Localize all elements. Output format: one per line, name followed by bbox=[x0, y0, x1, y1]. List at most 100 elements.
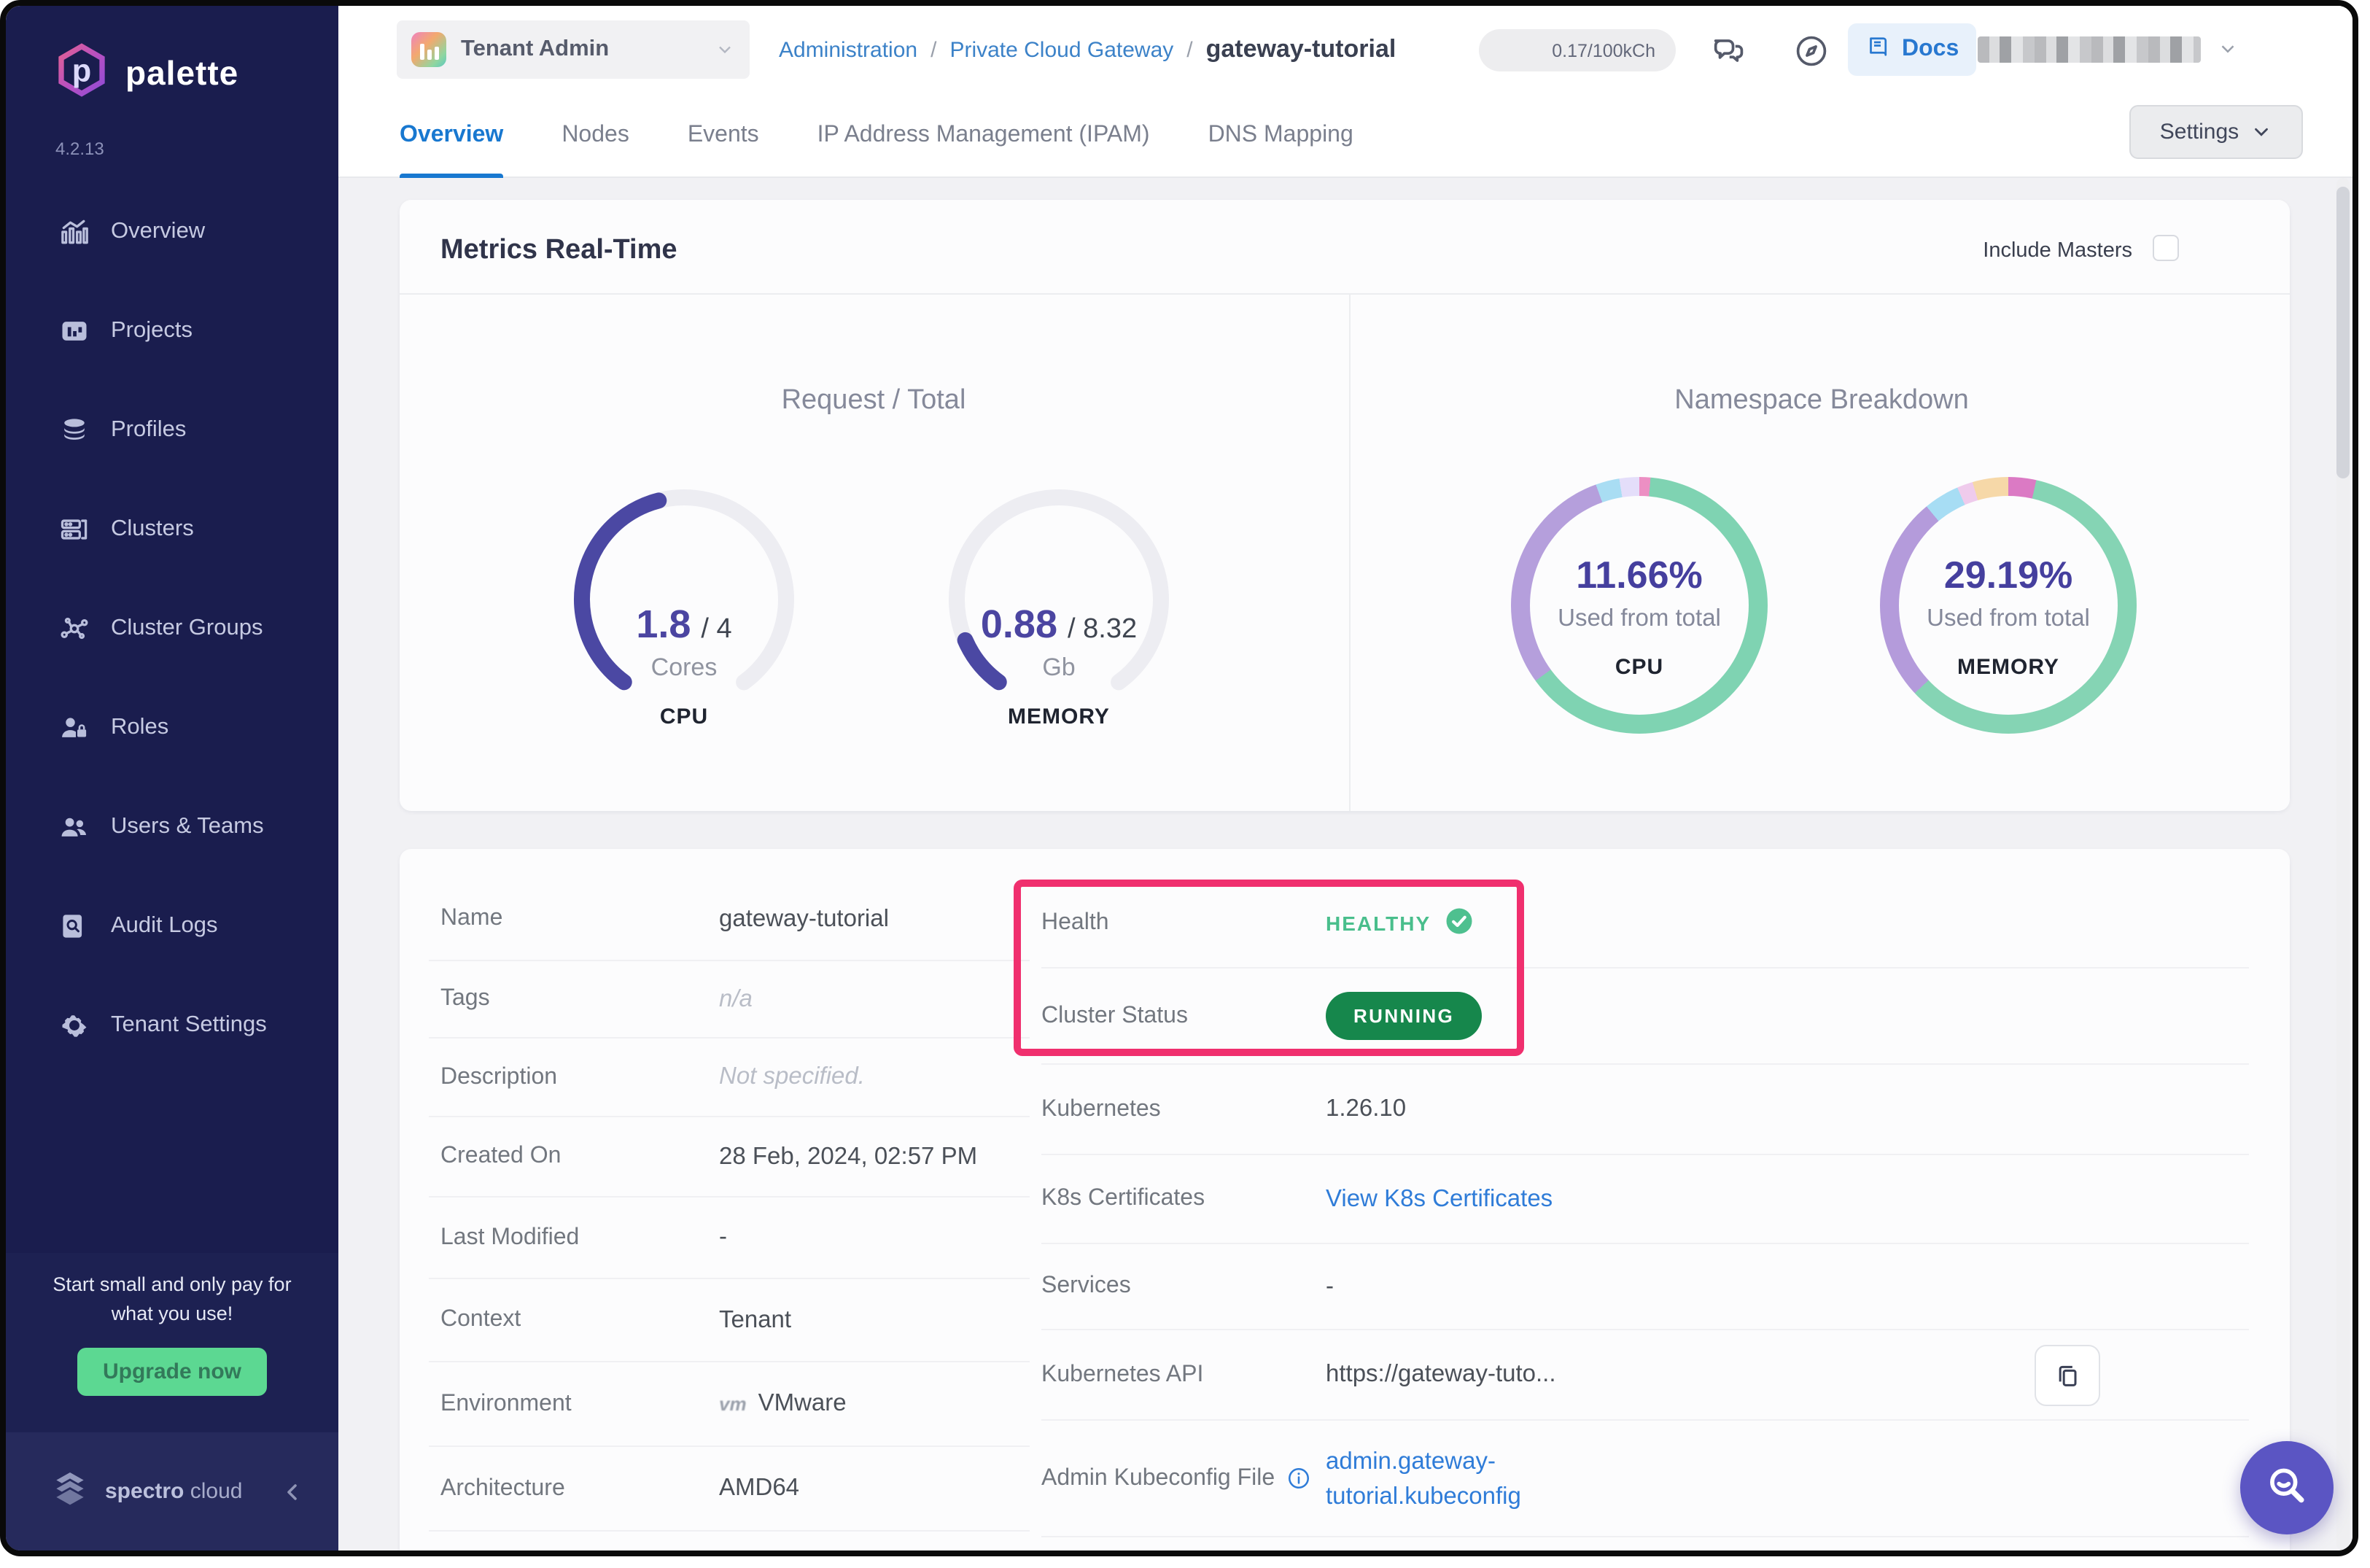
collapse-sidebar-icon[interactable] bbox=[280, 1478, 306, 1505]
detail-link[interactable]: View K8s Certificates bbox=[1326, 1185, 1553, 1213]
docs-label: Docs bbox=[1902, 36, 1959, 61]
chat-icon[interactable] bbox=[1706, 29, 1750, 73]
memory-namespace-donut: 29.19% Used from total MEMORY bbox=[1880, 477, 2137, 734]
tab-nodes[interactable]: Nodes bbox=[562, 93, 629, 178]
app-window: p palette 4.2.13 Overview Projects Profile… bbox=[0, 0, 2358, 1556]
sidebar-item-tenant-settings[interactable]: Tenant Settings bbox=[6, 976, 338, 1075]
sidebar-item-projects[interactable]: Projects bbox=[6, 282, 338, 381]
audit-logs-icon bbox=[58, 910, 90, 942]
search-smile-icon bbox=[2262, 1461, 2312, 1515]
memory-gauge-unit: Gb bbox=[1042, 653, 1076, 681]
detail-label: Created On bbox=[440, 1144, 562, 1168]
detail-row-description: Description Not specified. bbox=[429, 1039, 1030, 1117]
detail-label: Cluster Status bbox=[1041, 1003, 1188, 1028]
details-right-column: Health HEALTHY Cluster Status RUNNING Kubern… bbox=[1041, 878, 2249, 1550]
sidebar-item-users-teams[interactable]: Users & Teams bbox=[6, 777, 338, 877]
health-status: HEALTHY bbox=[1326, 905, 1475, 940]
book-icon bbox=[1865, 33, 1892, 66]
metrics-title: Metrics Real-Time bbox=[440, 235, 677, 265]
palette-logo-icon: p bbox=[53, 41, 111, 106]
search-fab-button[interactable] bbox=[2240, 1441, 2334, 1534]
info-icon[interactable] bbox=[1286, 1466, 1311, 1491]
detail-value: 28 Feb, 2024, 02:57 PM bbox=[719, 1143, 978, 1169]
sidebar-item-audit-logs[interactable]: Audit Logs bbox=[6, 877, 338, 976]
metrics-card: Metrics Real-Time Include Masters Reques… bbox=[400, 200, 2290, 811]
scrollbar-thumb[interactable] bbox=[2336, 187, 2350, 478]
sidebar-item-profiles[interactable]: Profiles bbox=[6, 381, 338, 480]
detail-label: Health bbox=[1041, 909, 1109, 934]
spectro-cloud-logo-icon bbox=[50, 1467, 90, 1515]
sidebar-item-label: Clusters bbox=[111, 516, 194, 541]
detail-value: - bbox=[1326, 1273, 1334, 1299]
svg-text:p: p bbox=[72, 53, 91, 88]
check-circle-icon bbox=[1444, 905, 1475, 940]
request-total-title: Request / Total bbox=[781, 385, 966, 416]
sidebar-item-overview[interactable]: Overview bbox=[6, 182, 338, 282]
copy-icon[interactable] bbox=[2035, 1344, 2100, 1405]
detail-row-services: Services - bbox=[1041, 1244, 2249, 1330]
detail-value: vm VMware bbox=[719, 1390, 847, 1416]
detail-row-kubernetes-api: Kubernetes API https://gateway-tuto... bbox=[1041, 1330, 2249, 1421]
cpu-gauge-label: CPU bbox=[659, 705, 709, 729]
sidebar-nav: Overview Projects Profiles Clusters Cluster … bbox=[6, 182, 338, 1075]
sidebar-footer: spectro cloud bbox=[6, 1432, 338, 1550]
memory-donut-label: MEMORY bbox=[1957, 655, 2059, 680]
memory-used-subtitle: Used from total bbox=[1927, 605, 2090, 632]
tab-overview[interactable]: Overview bbox=[400, 93, 504, 178]
detail-value: - bbox=[719, 1224, 727, 1250]
include-masters-checkbox[interactable] bbox=[2153, 235, 2179, 261]
memory-used-percent: 29.19% bbox=[1943, 553, 2073, 597]
sidebar-item-clusters[interactable]: Clusters bbox=[6, 480, 338, 579]
breadcrumb: Administration / Private Cloud Gateway /… bbox=[779, 6, 1396, 93]
detail-label: Architecture bbox=[440, 1475, 565, 1500]
detail-row-k8s-certificates: K8s Certificates View K8s Certificates bbox=[1041, 1155, 2249, 1244]
panel-divider bbox=[1349, 295, 1351, 811]
breadcrumb-private-cloud-gateway[interactable]: Private Cloud Gateway bbox=[949, 37, 1173, 62]
tab-bar: Overview Nodes Events IP Address Management… bbox=[338, 93, 2352, 178]
upgrade-now-button[interactable]: Upgrade now bbox=[77, 1348, 267, 1396]
tab-dns-mapping[interactable]: DNS Mapping bbox=[1208, 93, 1353, 178]
user-name-redacted[interactable] bbox=[1978, 36, 2201, 63]
detail-row-environment: Environment vm VMware bbox=[429, 1362, 1030, 1447]
docs-button[interactable]: Docs bbox=[1848, 23, 1977, 76]
breadcrumb-current: gateway-tutorial bbox=[1205, 35, 1396, 63]
tab-events[interactable]: Events bbox=[688, 93, 759, 178]
memory-gauge-label: MEMORY bbox=[1008, 705, 1110, 729]
detail-row-kubernetes: Kubernetes 1.26.10 bbox=[1041, 1065, 2249, 1155]
cpu-donut-label: CPU bbox=[1615, 655, 1664, 680]
detail-row-name: Name gateway-tutorial bbox=[429, 878, 1030, 961]
sidebar-item-label: Cluster Groups bbox=[111, 616, 263, 640]
settings-label: Settings bbox=[2159, 120, 2239, 144]
detail-row-clipped: 1.0.5/... bbox=[1041, 1537, 2249, 1550]
tab-ip-address-management-ipam[interactable]: IP Address Management (IPAM) bbox=[817, 93, 1150, 178]
detail-value: n/a bbox=[719, 985, 753, 1012]
breadcrumb-separator: / bbox=[1186, 37, 1193, 62]
workspace-name: Tenant Admin bbox=[461, 36, 610, 61]
usage-quota-badge: 0.17/100kCh bbox=[1479, 29, 1676, 71]
main-area: Tenant Admin Administration / Private Cl… bbox=[338, 6, 2352, 1550]
kubeconfig-link[interactable]: admin.gateway-tutorial.kubeconfig bbox=[1326, 1443, 1521, 1513]
detail-label: Description bbox=[440, 1064, 558, 1089]
workspace-selector[interactable]: Tenant Admin bbox=[397, 20, 750, 79]
cpu-namespace-donut: 11.66% Used from total CPU bbox=[1511, 477, 1768, 734]
compass-icon[interactable] bbox=[1790, 29, 1833, 73]
profiles-icon bbox=[58, 414, 90, 446]
breadcrumb-separator: / bbox=[930, 37, 937, 62]
detail-label: Context bbox=[440, 1307, 521, 1332]
detail-row-last-modified: Last Modified - bbox=[429, 1198, 1030, 1279]
sidebar-item-cluster-groups[interactable]: Cluster Groups bbox=[6, 579, 338, 678]
sidebar-item-label: Roles bbox=[111, 715, 169, 740]
sidebar-item-label: Overview bbox=[111, 219, 206, 244]
upgrade-promo: Start small and only pay for what you us… bbox=[6, 1253, 338, 1444]
detail-label: Environment bbox=[440, 1391, 572, 1416]
breadcrumb-administration[interactable]: Administration bbox=[779, 37, 917, 62]
detail-row-context: Context Tenant bbox=[429, 1279, 1030, 1362]
roles-icon bbox=[58, 712, 90, 744]
sidebar-item-label: Profiles bbox=[111, 417, 187, 442]
detail-value: Not specified. bbox=[719, 1063, 865, 1090]
sidebar-item-roles[interactable]: Roles bbox=[6, 678, 338, 777]
settings-button[interactable]: Settings bbox=[2129, 105, 2303, 159]
user-menu-chevron-icon[interactable] bbox=[2217, 38, 2239, 60]
sidebar: p palette 4.2.13 Overview Projects Profile… bbox=[6, 6, 338, 1550]
clusters-icon bbox=[58, 513, 90, 546]
